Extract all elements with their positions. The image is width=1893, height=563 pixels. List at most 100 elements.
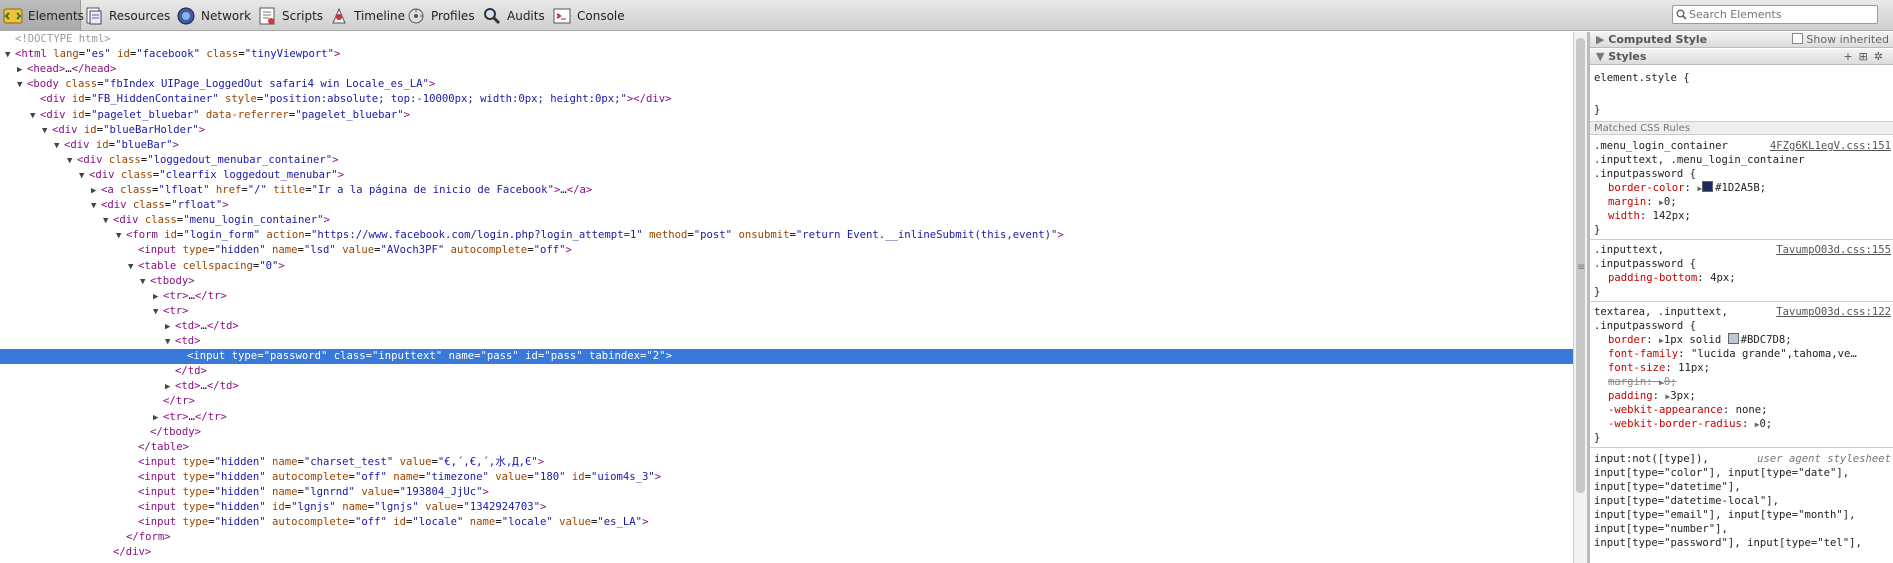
css-property[interactable]: -webkit-border-radius: ▶0; bbox=[1608, 417, 1772, 431]
dom-node[interactable]: <!DOCTYPE html> bbox=[0, 32, 1573, 47]
expand-triangle-icon[interactable]: ▶ bbox=[165, 320, 175, 335]
dom-node-markup: <form id="login_form" action="https://ww… bbox=[126, 229, 1064, 241]
dom-node[interactable]: ▶ <head>…</head> bbox=[0, 62, 1573, 77]
color-swatch[interactable] bbox=[1727, 333, 1739, 344]
rule-selector[interactable]: .inputpassword { bbox=[1594, 167, 1696, 181]
element-style-selector[interactable]: element.style { bbox=[1594, 71, 1690, 85]
rule-source-link[interactable]: TavumpO03d.css:155 bbox=[1776, 243, 1891, 257]
rule-source-link[interactable]: TavumpO03d.css:122 bbox=[1776, 305, 1891, 319]
dom-node-selected[interactable]: <input type="password" class="inputtext"… bbox=[0, 349, 1573, 364]
dom-node[interactable]: ▶ <td>…</td> bbox=[0, 379, 1573, 394]
dom-node[interactable]: </form> bbox=[0, 530, 1573, 545]
css-property[interactable]: border: ▶1px solid #BDC7D8; bbox=[1608, 333, 1792, 347]
rule-selector[interactable]: textarea, .inputtext, bbox=[1594, 305, 1728, 319]
dom-node[interactable]: ▼ <div class="rfloat"> bbox=[0, 198, 1573, 213]
css-property-value: 1px solid bbox=[1663, 334, 1728, 346]
expand-triangle-icon[interactable]: ▶ bbox=[91, 184, 101, 199]
color-swatch[interactable] bbox=[1702, 181, 1714, 192]
dom-node[interactable]: </td> bbox=[0, 364, 1573, 379]
css-property[interactable]: font-family: "lucida grande",tahoma,ve… bbox=[1608, 347, 1857, 361]
tab-network[interactable]: Network bbox=[176, 0, 251, 31]
rule-source-link[interactable]: 4FZg6KL1egV.css:151 bbox=[1770, 139, 1891, 153]
collapse-triangle-icon[interactable]: ▼ bbox=[128, 260, 138, 275]
dom-node[interactable]: ▼ <div id="pagelet_bluebar" data-referrer… bbox=[0, 108, 1573, 123]
dom-node[interactable]: <input type="hidden" name="lgnrnd" value… bbox=[0, 485, 1573, 500]
dom-node[interactable]: ▼ <div id="blueBarHolder"> bbox=[0, 123, 1573, 138]
dom-node[interactable]: ▶ <tr>…</tr> bbox=[0, 289, 1573, 304]
tab-profiles[interactable]: Profiles bbox=[406, 0, 475, 31]
tab-scripts[interactable]: Scripts bbox=[257, 0, 323, 31]
collapse-triangle-icon[interactable]: ▼ bbox=[30, 109, 40, 124]
css-property[interactable]: margin: ▶0; bbox=[1608, 195, 1677, 209]
rule-selector[interactable]: .menu_login_container bbox=[1594, 139, 1728, 153]
collapse-triangle-icon[interactable]: ▼ bbox=[17, 78, 27, 93]
dom-node[interactable]: <input type="hidden" autocomplete="off" … bbox=[0, 470, 1573, 485]
dom-node[interactable]: ▶ <td>…</td> bbox=[0, 319, 1573, 334]
dom-node[interactable]: ▼ <tr> bbox=[0, 304, 1573, 319]
tab-timeline[interactable]: Timeline bbox=[329, 0, 405, 31]
styles-header[interactable]: ▼ Styles +⊞✲ bbox=[1590, 49, 1893, 65]
dom-node[interactable]: ▼ <html lang="es" id="facebook" class="ti… bbox=[0, 47, 1573, 62]
rule-selector[interactable]: .inputtext, bbox=[1594, 243, 1664, 257]
css-property[interactable]: padding: ▶3px; bbox=[1608, 389, 1696, 403]
dom-node[interactable]: <input type="hidden" name="charset_test"… bbox=[0, 455, 1573, 470]
collapse-triangle-icon[interactable]: ▼ bbox=[140, 275, 150, 290]
dom-node[interactable]: ▼ <table cellspacing="0"> bbox=[0, 259, 1573, 274]
dom-node[interactable]: ▼ <div class="clearfix loggedout_menubar"… bbox=[0, 168, 1573, 183]
collapse-triangle-icon[interactable]: ▼ bbox=[116, 229, 126, 244]
dom-node[interactable]: </table> bbox=[0, 440, 1573, 455]
dom-node[interactable]: ▼ <form id="login_form" action="https://w… bbox=[0, 228, 1573, 243]
add-rule-icon[interactable]: + bbox=[1843, 50, 1858, 63]
css-property[interactable]: border-color: ▶ #1D2A5B; bbox=[1608, 181, 1766, 195]
collapse-triangle-icon[interactable]: ▼ bbox=[91, 199, 101, 214]
dom-node[interactable]: </tbody> bbox=[0, 425, 1573, 440]
show-inherited-checkbox[interactable] bbox=[1792, 33, 1804, 44]
collapse-triangle-icon[interactable]: ▼ bbox=[103, 214, 113, 229]
tab-console[interactable]: Console bbox=[552, 0, 625, 31]
css-property[interactable]: width: 142px; bbox=[1608, 209, 1691, 223]
rule-selector[interactable]: .inputpassword { bbox=[1594, 257, 1696, 271]
expand-triangle-icon[interactable]: ▶ bbox=[165, 380, 175, 395]
collapse-triangle-icon[interactable]: ▼ bbox=[54, 139, 64, 154]
dom-node[interactable]: ▼ <div class="menu_login_container"> bbox=[0, 213, 1573, 228]
dom-node[interactable]: ▼ <tbody> bbox=[0, 274, 1573, 289]
dom-node[interactable]: <input type="hidden" name="lsd" value="A… bbox=[0, 243, 1573, 258]
element-state-icon[interactable]: ⊞ bbox=[1859, 50, 1874, 63]
dom-node[interactable]: <input type="hidden" id="lgnjs" name="lg… bbox=[0, 500, 1573, 515]
collapse-triangle-icon[interactable]: ▼ bbox=[165, 335, 175, 350]
css-property[interactable]: font-size: 11px; bbox=[1608, 361, 1710, 375]
expand-triangle-icon[interactable]: ▶ bbox=[17, 63, 27, 78]
dom-node[interactable]: </tr> bbox=[0, 394, 1573, 409]
dom-tree[interactable]: <!DOCTYPE html> ▼ <html lang="es" id="face… bbox=[0, 32, 1573, 563]
search-input[interactable] bbox=[1689, 8, 1864, 21]
gear-icon[interactable]: ✲ bbox=[1874, 50, 1889, 63]
rule-selector[interactable]: .inputpassword { bbox=[1594, 319, 1696, 333]
dom-node[interactable]: <input type="hidden" autocomplete="off" … bbox=[0, 515, 1573, 530]
collapse-triangle-icon[interactable]: ▼ bbox=[79, 169, 89, 184]
dom-node[interactable]: ▼ <td> bbox=[0, 334, 1573, 349]
dom-node[interactable]: </div> bbox=[0, 545, 1573, 560]
css-property[interactable]: margin: ▶0; bbox=[1608, 375, 1677, 389]
computed-style-header[interactable]: ▶ Computed Style Show inherited bbox=[1590, 32, 1893, 48]
dom-node[interactable]: ▶ <a class="lfloat" href="/" title="Ir a … bbox=[0, 183, 1573, 198]
css-property[interactable]: -webkit-appearance: none; bbox=[1608, 403, 1767, 417]
collapse-triangle-icon[interactable]: ▼ bbox=[67, 154, 77, 169]
css-property[interactable]: padding-bottom: 4px; bbox=[1608, 271, 1736, 285]
dom-node[interactable]: ▼ <body class="fbIndex UIPage_LoggedOut s… bbox=[0, 77, 1573, 92]
collapse-triangle-icon[interactable]: ▼ bbox=[42, 124, 52, 139]
tab-elements[interactable]: Elements bbox=[0, 0, 84, 31]
dom-node[interactable]: <div id="FB_HiddenContainer" style="posi… bbox=[0, 92, 1573, 107]
dom-node[interactable]: ▼ <div class="loggedout_menubar_container… bbox=[0, 153, 1573, 168]
dom-node[interactable]: ▶ <tr>…</tr> bbox=[0, 410, 1573, 425]
expand-triangle-icon[interactable]: ▶ bbox=[153, 411, 163, 426]
tab-audits[interactable]: Audits bbox=[482, 0, 545, 31]
rule-selector[interactable]: .inputtext, .menu_login_container bbox=[1594, 153, 1804, 167]
dom-node[interactable]: ▼ <div id="blueBar"> bbox=[0, 138, 1573, 153]
tab-resources[interactable]: Resources bbox=[84, 0, 170, 31]
collapse-triangle-icon[interactable]: ▼ bbox=[5, 48, 15, 63]
collapse-triangle-icon[interactable]: ▼ bbox=[153, 305, 163, 320]
show-inherited-toggle[interactable]: Show inherited bbox=[1792, 32, 1889, 48]
dom-scrollbar[interactable] bbox=[1573, 32, 1587, 563]
expand-triangle-icon[interactable]: ▶ bbox=[153, 290, 163, 305]
